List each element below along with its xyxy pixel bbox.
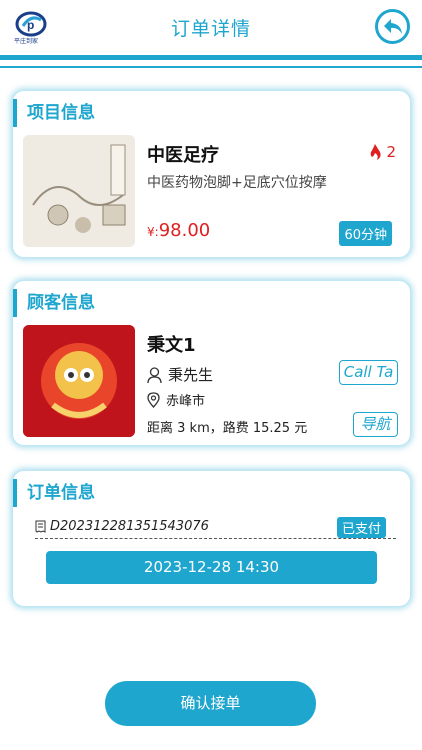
appointment-time[interactable]: 2023-12-28 14:30 xyxy=(46,551,377,584)
page-title: 订单详情 xyxy=(170,18,251,40)
header-divider xyxy=(0,55,422,60)
project-image xyxy=(23,135,135,247)
navigate-button[interactable]: 导航 xyxy=(353,412,398,437)
fire-icon xyxy=(371,144,382,160)
customer-location: 赤峰市 xyxy=(147,390,205,409)
order-number-text: D202312281351543076 xyxy=(50,519,209,534)
duration-badge: 60分钟 xyxy=(339,221,392,246)
back-button[interactable] xyxy=(375,9,410,44)
call-button[interactable]: Call Ta xyxy=(339,360,398,385)
distance-fee: 距离 3 km，路费 15.25 元 xyxy=(147,421,308,436)
header-divider-thin xyxy=(0,66,422,68)
customer-city: 赤峰市 xyxy=(166,394,206,409)
location-pin-icon xyxy=(147,391,160,408)
customer-avatar xyxy=(23,325,135,437)
customer-card: 顾客信息 秉文1 秉先生 赤峰市 距离 3 km，路费 15.25 元 Call… xyxy=(12,280,411,446)
customer-name: 秉文1 xyxy=(147,335,196,356)
customer-contact: 秉先生 xyxy=(147,364,213,385)
price-symbol: ¥: xyxy=(147,225,159,239)
project-name: 中医足疗 xyxy=(147,145,219,166)
price-value: 98.00 xyxy=(158,220,211,241)
hot-count: 2 xyxy=(386,143,396,161)
confirm-order-button[interactable]: 确认接单 xyxy=(105,681,316,726)
back-arrow-icon xyxy=(384,19,402,34)
project-price: ¥:98.00 xyxy=(147,220,210,241)
project-description: 中医药物泡脚+足底穴位按摩 xyxy=(147,175,327,191)
section-title-order: 订单信息 xyxy=(13,479,95,507)
status-badge: 已支付 xyxy=(336,517,386,538)
order-card: 订单信息 D202312281351543076 已支付 2023-12-28 … xyxy=(12,470,411,607)
customer-person: 秉先生 xyxy=(168,366,214,384)
receipt-icon xyxy=(35,520,46,533)
section-title-project: 项目信息 xyxy=(13,99,95,127)
person-icon xyxy=(147,366,162,383)
order-number-row: D202312281351543076 已支付 xyxy=(35,517,396,539)
hot-badge: 2 xyxy=(368,143,396,161)
header: p 平庄到家 订单详情 xyxy=(0,0,422,56)
project-card: 项目信息 中医足疗 2 中医药物泡脚+足底穴位按摩 ¥:98.00 60分钟 xyxy=(12,90,411,258)
section-title-customer: 顾客信息 xyxy=(13,289,95,317)
order-number: D202312281351543076 xyxy=(35,519,209,534)
